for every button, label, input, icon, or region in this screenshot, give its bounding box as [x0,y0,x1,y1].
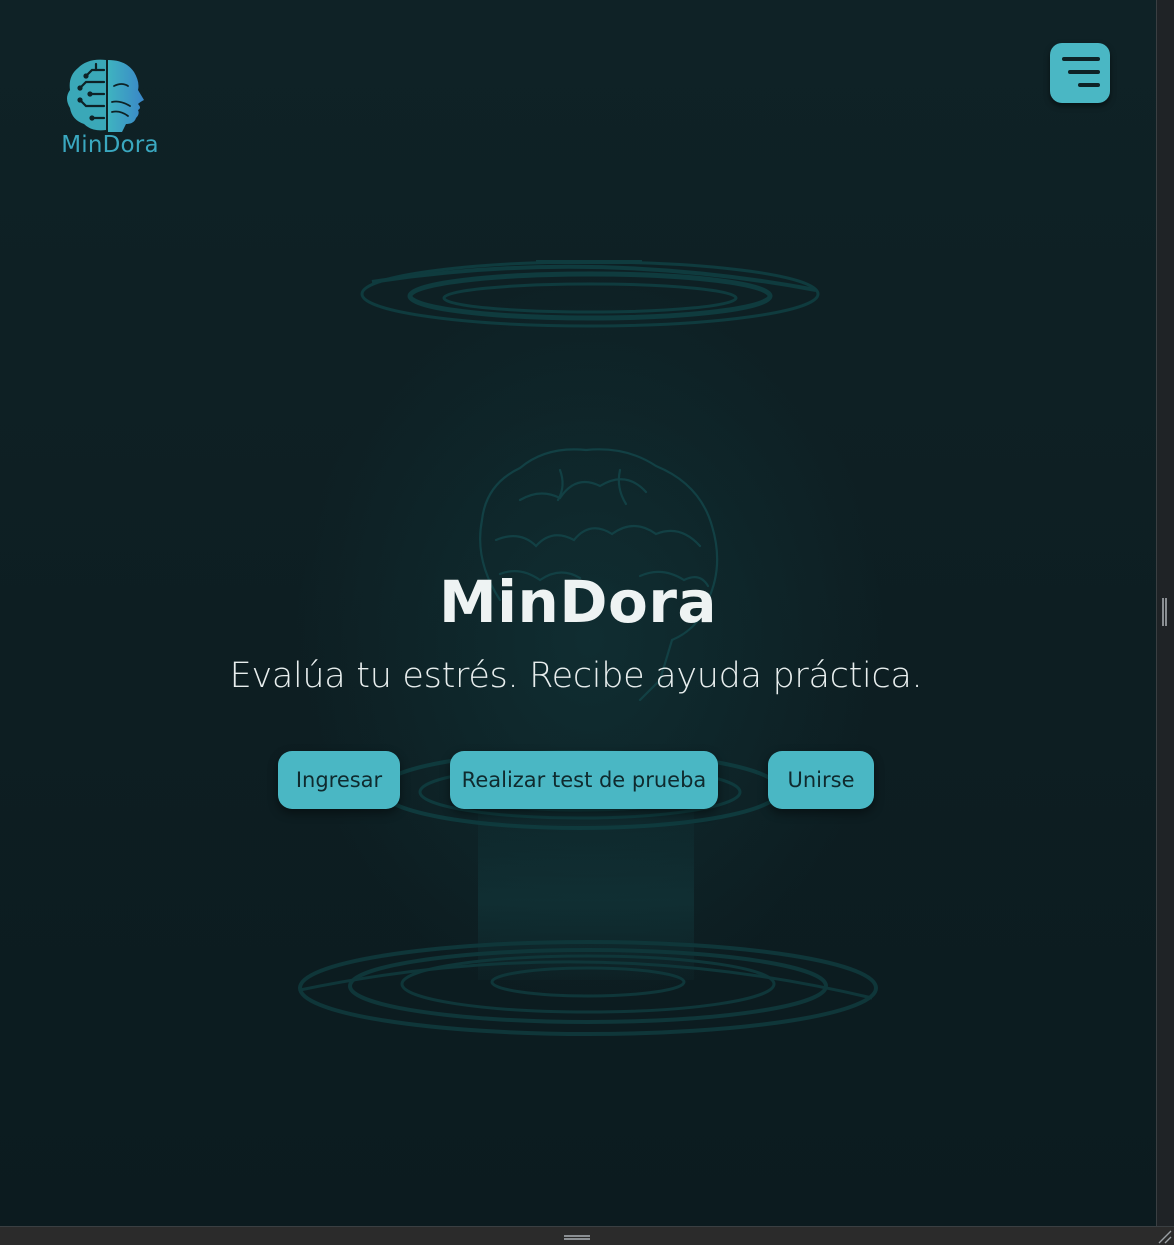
horizontal-splitter-handle-icon[interactable] [564,1235,590,1240]
page-viewport: MinDora MinDora Evalúa tu estrés. Recibe… [0,0,1156,1226]
hero-title: MinDora [438,568,718,636]
vertical-splitter-handle-icon[interactable] [1162,598,1167,626]
top-ring-icon [360,260,820,328]
login-button[interactable]: Ingresar [278,751,400,809]
logo-text: MinDora [61,132,159,158]
bottom-ring-icon [298,940,878,1036]
take-test-button[interactable]: Realizar test de prueba [450,751,718,809]
light-beam [478,780,694,980]
resize-grip-icon[interactable] [1156,1228,1172,1244]
hero-subtitle: Evalúa tu estrés. Recibe ayuda práctica. [229,656,923,696]
menu-button[interactable] [1050,43,1110,103]
join-button[interactable]: Unirse [768,751,874,809]
